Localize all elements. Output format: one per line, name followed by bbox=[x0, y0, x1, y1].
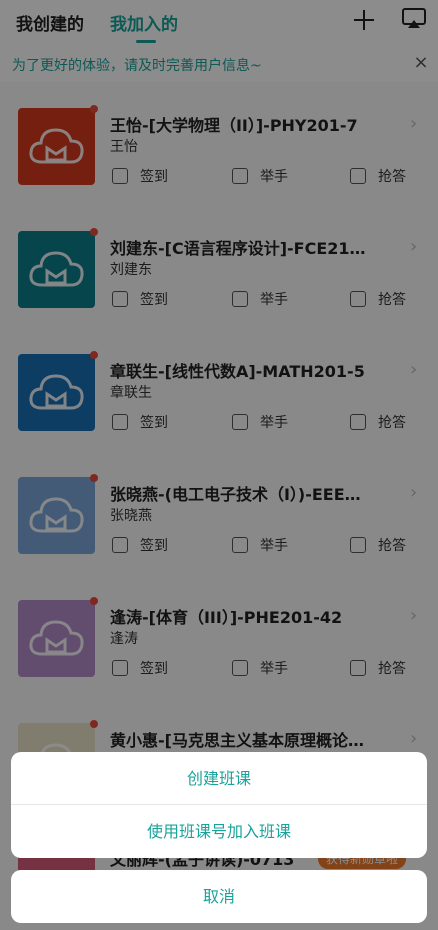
join-by-code-button[interactable]: 使用班课号加入班课 bbox=[11, 805, 427, 858]
cancel-sheet: 取消 bbox=[11, 870, 427, 923]
create-class-button[interactable]: 创建班课 bbox=[11, 752, 427, 805]
cancel-button[interactable]: 取消 bbox=[11, 870, 427, 923]
action-sheet: 创建班课 使用班课号加入班课 bbox=[11, 752, 427, 858]
